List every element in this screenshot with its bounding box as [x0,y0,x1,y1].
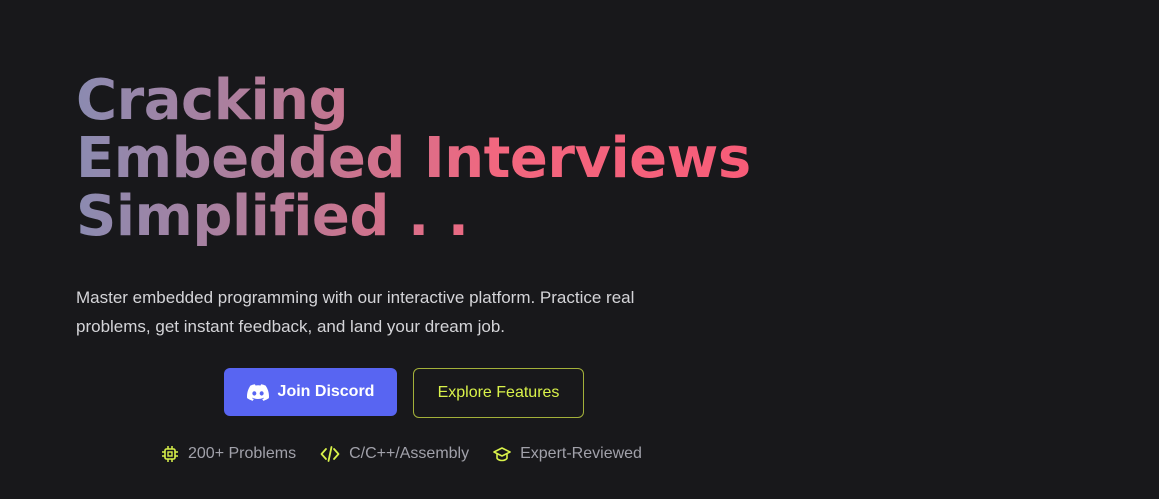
feature-item-problems: 200+ Problems [161,445,296,463]
code-icon [320,445,340,463]
hero-title-line-3: Simplified . . [76,184,469,249]
explore-features-label: Explore Features [437,384,560,401]
explore-features-button[interactable]: Explore Features [413,368,584,418]
feature-label: Expert-Reviewed [520,445,642,462]
join-discord-button[interactable]: Join Discord [224,368,397,416]
hero-title: Cracking Embedded Interviews Simplified … [76,72,751,246]
feature-label: 200+ Problems [188,445,297,462]
feature-list: 200+ Problems C/C++/Assembly Expert-Revi… [161,443,666,465]
feature-item-reviewed: Expert-Reviewed [493,445,642,463]
feature-item-languages: C/C++/Assembly [320,445,469,463]
chip-icon [161,445,179,463]
graduation-cap-icon [493,445,511,463]
discord-icon [246,383,269,401]
hero-description: Master embedded programming with our int… [76,288,635,336]
join-discord-label: Join Discord [277,383,375,400]
hero-title-line-2: Embedded Interviews [76,126,751,191]
hero-title-line-1: Cracking [76,68,349,133]
feature-label: C/C++/Assembly [349,445,470,462]
